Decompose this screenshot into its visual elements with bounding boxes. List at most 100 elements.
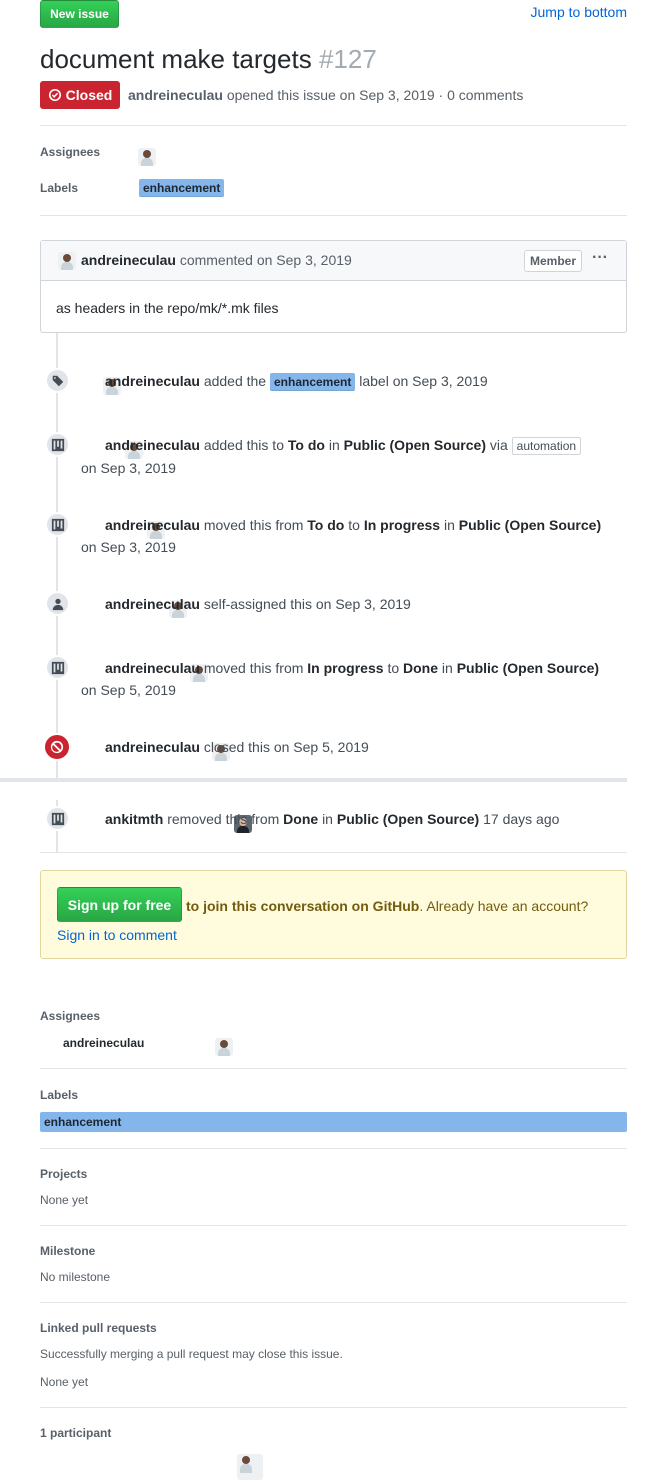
event-text: label on Sep 3, 2019 xyxy=(359,373,488,389)
sign-in-link[interactable]: Sign in to comment xyxy=(57,927,177,943)
issue-author-link[interactable]: andreineculau xyxy=(128,87,223,103)
event-user[interactable]: andreineculau xyxy=(105,596,200,612)
event-date[interactable]: on Sep 5, 2019 xyxy=(81,679,627,701)
event-text: moved this from xyxy=(203,517,304,533)
sidebar-participants-heading: 1 participant xyxy=(40,1426,112,1440)
event-text: via xyxy=(489,437,508,453)
event-moved: andreineculau moved this from To do to I… xyxy=(105,514,625,536)
sidebar-assignee-avatar[interactable] xyxy=(215,1038,234,1056)
sidebar-projects-value: None yet xyxy=(40,1193,89,1207)
top-label-enhancement[interactable]: enhancement xyxy=(139,179,225,197)
state-badge: Closed xyxy=(40,81,120,109)
sidebar-linked-description: Successfully merging a pull request may … xyxy=(40,1347,343,1361)
event-text: added this to xyxy=(203,437,284,453)
event-text: in xyxy=(328,437,340,453)
event-project-link[interactable]: Public (Open Source) xyxy=(337,811,479,827)
issue-closed-icon xyxy=(48,88,61,102)
event-label-enhancement[interactable]: enhancement xyxy=(270,373,356,391)
state-label: Closed xyxy=(65,87,113,103)
event-text: in xyxy=(443,517,455,533)
divider xyxy=(40,1407,627,1408)
issue-number: #127 xyxy=(318,44,377,74)
event-text: to xyxy=(387,660,400,676)
timeline-break xyxy=(0,778,627,782)
event-column: Done xyxy=(283,811,319,827)
jump-to-bottom-link[interactable]: Jump to bottom xyxy=(531,4,628,20)
event-text: moved this from xyxy=(203,660,304,676)
divider xyxy=(40,1148,627,1149)
divider xyxy=(40,1225,627,1226)
event-user[interactable]: andreineculau xyxy=(105,517,200,533)
comment-author-link[interactable]: andreineculau xyxy=(81,252,176,268)
event-text: self-assigned this on Sep 3, 2019 xyxy=(203,596,411,612)
event-text: in xyxy=(322,811,333,827)
event-text: in xyxy=(441,660,453,676)
event-project-link[interactable]: Public (Open Source) xyxy=(459,517,601,533)
signup-already: . Already have an account? xyxy=(419,898,589,914)
issue-meta: andreineculau opened this issue on Sep 3… xyxy=(128,87,523,103)
signup-box: Sign up for free to join this conversati… xyxy=(40,870,627,959)
event-column: To do xyxy=(287,437,325,453)
event-user[interactable]: andreineculau xyxy=(105,373,200,389)
event-labeled: andreineculau added the enhancement labe… xyxy=(105,370,625,392)
divider xyxy=(40,852,627,853)
issue-title: document make targets #127 xyxy=(40,42,377,76)
event-user[interactable]: andreineculau xyxy=(105,437,200,453)
project-icon xyxy=(45,806,70,831)
event-column: To do xyxy=(307,517,345,533)
event-project-link[interactable]: Public (Open Source) xyxy=(457,660,599,676)
top-assignees-heading: Assignees xyxy=(40,145,101,159)
new-issue-button[interactable]: New issue xyxy=(40,0,119,28)
event-text: removed this from xyxy=(167,811,280,827)
issue-title-text: document make targets xyxy=(40,44,312,74)
event-column: Done xyxy=(403,660,439,676)
comment-meta: andreineculau commented on Sep 3, 2019 xyxy=(81,252,352,268)
comment-avatar[interactable] xyxy=(58,252,76,271)
event-user[interactable]: ankitmth xyxy=(105,811,163,827)
automation-badge: automation xyxy=(511,437,582,455)
assignee-avatar[interactable] xyxy=(138,148,156,166)
event-moved: andreineculau moved this from In progres… xyxy=(105,657,625,679)
signup-text: to join this conversation on GitHub. Alr… xyxy=(57,892,612,950)
event-date[interactable]: on Sep 3, 2019 xyxy=(81,536,627,558)
divider xyxy=(40,1302,627,1303)
event-column: In progress xyxy=(307,660,384,676)
event-added-to-project: andreineculau added this to To do in Pub… xyxy=(105,434,625,456)
sidebar-assignees-heading: Assignees xyxy=(40,1009,101,1023)
participant-avatar[interactable] xyxy=(237,1454,264,1480)
event-column: In progress xyxy=(363,517,441,533)
closed-icon xyxy=(43,733,71,761)
sidebar-milestone-value: No milestone xyxy=(40,1270,111,1284)
event-date[interactable]: on Sep 3, 2019 xyxy=(81,457,627,479)
project-icon xyxy=(45,655,70,680)
sidebar-linked-heading: Linked pull requests xyxy=(40,1321,157,1335)
divider xyxy=(40,1068,627,1069)
issue-meta-text: opened this issue on Sep 3, 2019 · 0 com… xyxy=(226,87,524,103)
sidebar-labels-heading: Labels xyxy=(40,1088,79,1102)
event-project-link[interactable]: Public (Open Source) xyxy=(344,437,486,453)
comment-body: as headers in the repo/mk/*.mk files xyxy=(56,300,279,316)
signup-join: to join this conversation on GitHub xyxy=(186,898,420,914)
project-icon xyxy=(45,512,70,537)
sidebar-label-enhancement[interactable]: enhancement xyxy=(40,1112,627,1132)
timeline-line xyxy=(56,333,58,779)
divider xyxy=(40,215,627,216)
member-badge: Member xyxy=(524,250,582,272)
sidebar-assignee-name[interactable]: andreineculau xyxy=(63,1036,144,1050)
event-user[interactable]: andreineculau xyxy=(105,660,200,676)
event-user[interactable]: andreineculau xyxy=(105,739,200,755)
event-closed: andreineculau closed this on Sep 5, 2019 xyxy=(105,736,625,758)
event-text: to xyxy=(348,517,360,533)
comment-date[interactable]: commented on Sep 3, 2019 xyxy=(180,252,352,268)
comment-box: andreineculau commented on Sep 3, 2019 M… xyxy=(40,240,627,333)
divider xyxy=(40,125,627,126)
sidebar-milestone-heading: Milestone xyxy=(40,1244,96,1258)
tag-icon xyxy=(45,368,70,393)
event-date[interactable]: 17 days ago xyxy=(483,811,559,827)
top-labels-heading: Labels xyxy=(40,181,79,195)
event-self-assigned: andreineculau self-assigned this on Sep … xyxy=(105,593,625,615)
person-icon xyxy=(45,591,70,616)
comment-header: andreineculau commented on Sep 3, 2019 M… xyxy=(41,241,626,281)
sidebar-linked-value: None yet xyxy=(40,1375,89,1389)
more-options-icon[interactable]: ··· xyxy=(592,249,608,267)
